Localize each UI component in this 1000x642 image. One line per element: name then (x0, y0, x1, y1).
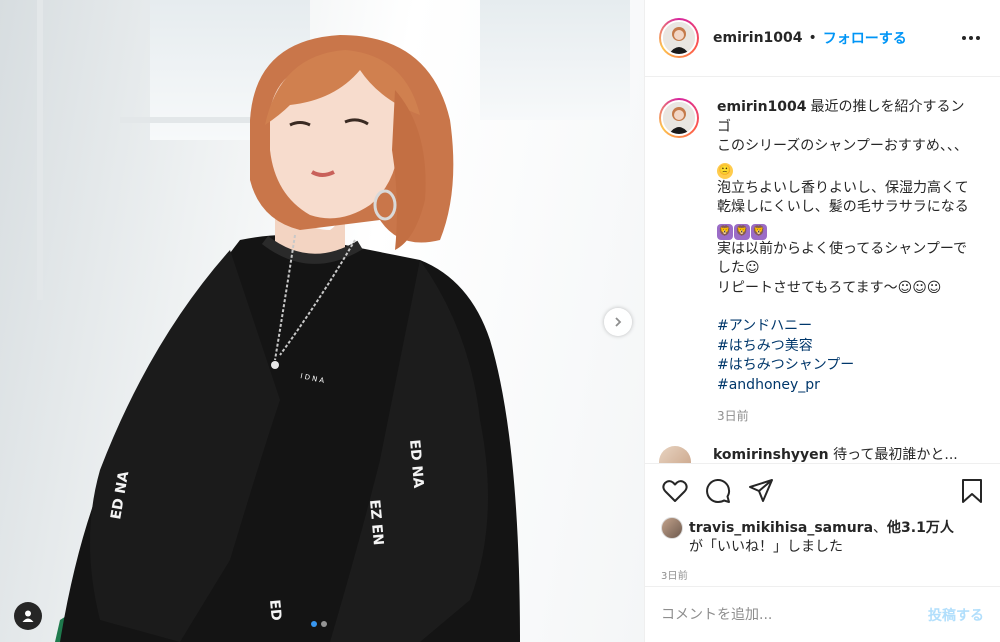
header-username[interactable]: emirin1004 (713, 30, 803, 46)
speech-bubble-icon (706, 479, 731, 503)
post-timestamp[interactable]: 3日前 (661, 567, 986, 582)
likes-suffix: が「いいね！」しました (689, 539, 843, 555)
avatar-image (661, 100, 697, 136)
more-horizontal-icon (969, 36, 973, 40)
lion-emoji-icon: 🦁 (751, 223, 767, 240)
avatar-image (661, 20, 697, 56)
follow-button[interactable]: フォローする (823, 28, 907, 48)
caption-text: emirin1004 最近の推しを紹介するンゴ このシリーズのシャンプーおすすめ、… (717, 98, 969, 298)
frown-emoji-icon: 🙁 (717, 162, 733, 179)
like-button[interactable] (661, 477, 689, 505)
carousel-indicator (311, 621, 327, 627)
caption-line: 泡立ちよいし香りよいし、保湿力高くて乾燥しにくいし、髪の毛サラサラになる (717, 179, 969, 216)
share-button[interactable] (747, 477, 775, 505)
likes-summary: travis_mikihisa_samura、他3.1万人 が「いいね！」しまし… (661, 517, 986, 557)
commenter-username[interactable]: komirinshyyen (713, 447, 829, 463)
save-button[interactable] (958, 477, 986, 505)
caption-username[interactable]: emirin1004 (717, 99, 807, 115)
action-icon-row (661, 476, 986, 506)
user-icon (22, 610, 34, 622)
likes-separator: 、 (873, 520, 888, 536)
lion-emoji-icon: 🦁 (734, 223, 750, 240)
next-image-button[interactable] (604, 308, 632, 336)
hashtag-link[interactable]: #andhoney_pr (717, 376, 969, 396)
comments-section: emirin1004 最近の推しを紹介するンゴ このシリーズのシャンプーおすすめ、… (645, 78, 1000, 463)
bookmark-icon (962, 479, 982, 503)
post-comment-button[interactable]: 投稿する (928, 605, 984, 625)
avatar[interactable] (659, 18, 699, 58)
svg-text:ED: ED (266, 599, 284, 622)
caption: emirin1004 最近の推しを紹介するンゴ このシリーズのシャンプーおすすめ、… (659, 98, 984, 424)
chevron-right-icon (615, 317, 622, 327)
caption-timestamp[interactable]: 3日前 (717, 407, 969, 424)
liker-username[interactable]: travis_mikihisa_samura (689, 520, 873, 536)
post-photo[interactable]: I D N A ED NA EZ EN ED NA ED (0, 0, 644, 642)
more-horizontal-icon (976, 36, 980, 40)
comment-text: komirinshyyen 待って最初誰かと... (713, 446, 958, 463)
commenter-avatar[interactable] (659, 446, 691, 463)
hashtag-link[interactable]: #はちみつシャンプー (717, 356, 969, 376)
post-header: emirin1004 • フォローする (645, 0, 1000, 77)
comment-item: komirinshyyen 待って最初誰かと... (659, 446, 984, 463)
post-actions: travis_mikihisa_samura、他3.1万人 が「いいね！」しまし… (645, 463, 1000, 582)
comment-input[interactable] (661, 606, 928, 623)
hashtag-list: #アンドハニー #はちみつ美容 #はちみつシャンプー #andhoney_pr (717, 317, 969, 395)
hashtag-link[interactable]: #はちみつ美容 (717, 337, 969, 357)
comment-button[interactable] (704, 477, 732, 505)
woman-portrait-image: I D N A ED NA EZ EN ED NA ED (37, 0, 520, 642)
tagged-users-button[interactable] (14, 602, 42, 630)
comment-form: 投稿する (645, 586, 1000, 642)
heart-icon (662, 480, 688, 502)
more-horizontal-icon (962, 36, 966, 40)
paper-plane-icon (749, 479, 773, 502)
liker-avatar[interactable] (661, 517, 683, 539)
carousel-dot (321, 621, 327, 627)
lion-emoji-icon: 🦁 (717, 223, 733, 240)
caption-line: 実は以前からよく使ってるシャンプーでした☺︎ リピートさせてもろてます〜☺︎☺︎… (717, 240, 968, 296)
post-side-panel: emirin1004 • フォローする emirin1004 最近の推しを紹介する… (644, 0, 1000, 642)
comment-body: 待って最初誰かと... (833, 447, 958, 463)
header-separator: • (808, 30, 817, 46)
carousel-dot (311, 621, 317, 627)
likes-count[interactable]: 他3.1万人 (887, 520, 954, 536)
caption-avatar[interactable] (659, 98, 699, 138)
hashtag-link[interactable]: #アンドハニー (717, 317, 969, 337)
more-options-button[interactable] (958, 32, 984, 44)
